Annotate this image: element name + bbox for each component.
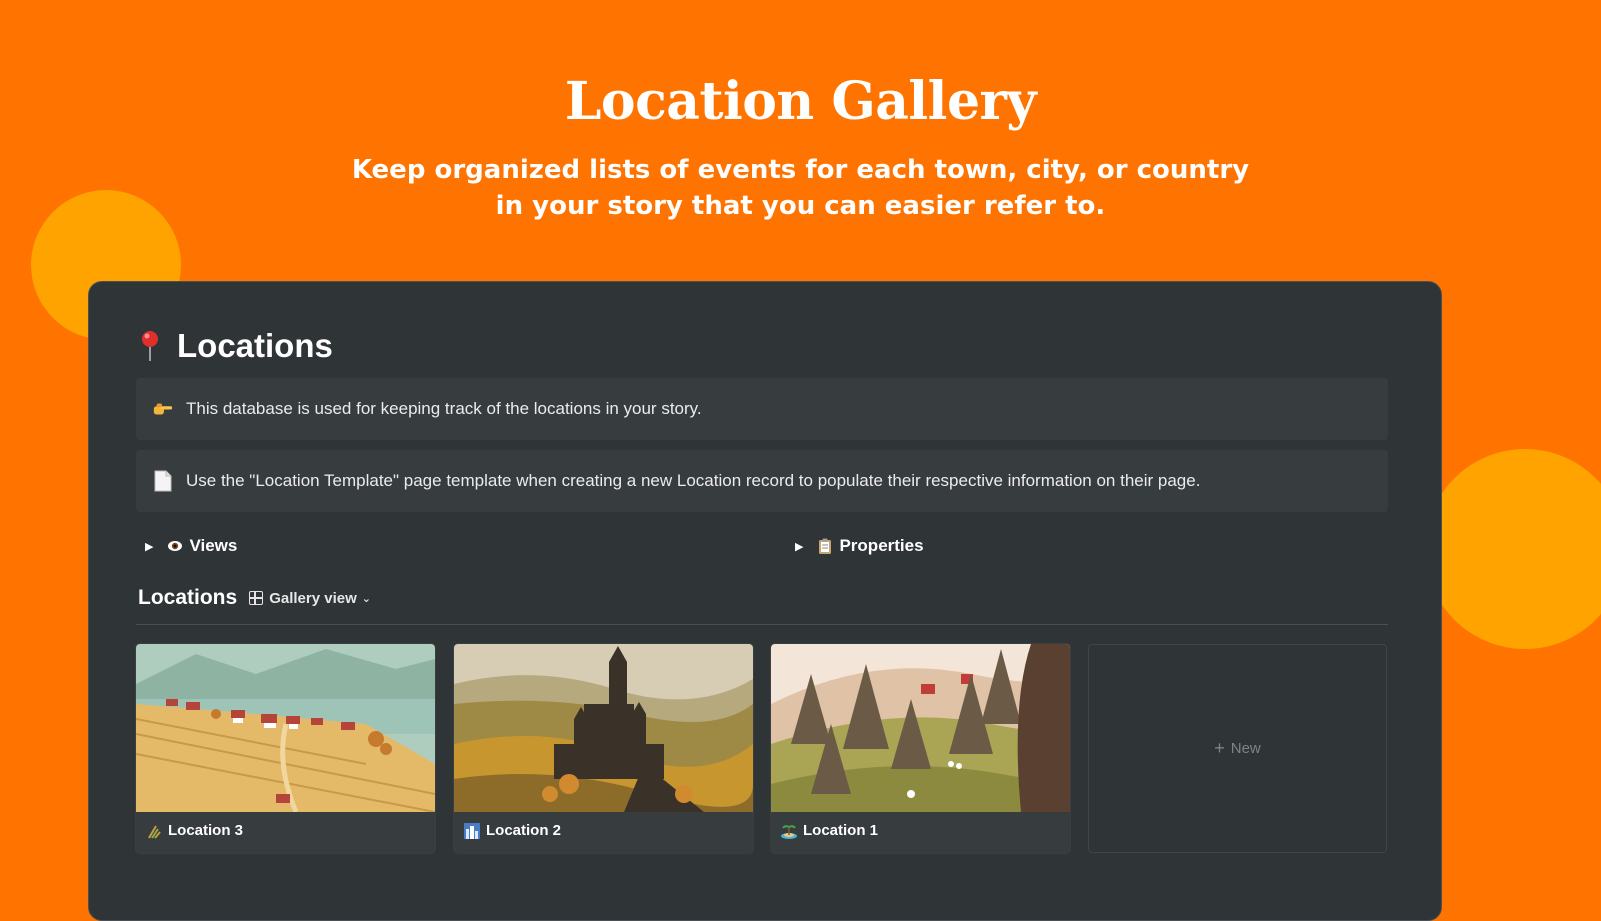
- page-title: Locations: [137, 326, 333, 366]
- database-header: Locations Gallery view ⌄: [138, 586, 371, 610]
- toggle-views[interactable]: ▶ Views: [145, 536, 237, 556]
- hero-subtitle-line-2: in your story that you can easier refer …: [495, 191, 1106, 221]
- card-title-text: Location 2: [486, 822, 562, 839]
- card-title: Location 3: [146, 822, 243, 839]
- plus-icon: +: [1214, 738, 1225, 758]
- card-cover-image: [454, 644, 753, 812]
- view-label: Gallery view: [269, 589, 357, 607]
- divider: [136, 624, 1388, 625]
- toggle-properties[interactable]: ▶ Properties: [795, 536, 924, 556]
- triangle-right-icon[interactable]: ▶: [145, 540, 153, 553]
- card-cover-image: [771, 644, 1070, 812]
- hero-subtitle: Keep organized lists of events for each …: [0, 152, 1601, 224]
- eye-icon: [167, 538, 183, 554]
- wheat-icon: [146, 823, 162, 839]
- database-title[interactable]: Locations: [138, 586, 237, 610]
- card-cover-image: [136, 644, 435, 812]
- callout-text: This database is used for keeping track …: [186, 399, 702, 418]
- gallery-grid-icon: [249, 591, 264, 605]
- toggle-label: Views: [189, 536, 238, 555]
- gallery-card[interactable]: Location 3: [136, 644, 435, 853]
- cityscape-icon: [464, 822, 480, 839]
- chevron-down-icon: ⌄: [361, 592, 371, 605]
- clipboard-icon: [817, 538, 833, 554]
- card-title-text: Location 1: [803, 822, 879, 839]
- triangle-right-icon[interactable]: ▶: [795, 540, 803, 553]
- decorative-circle-right: [1425, 449, 1601, 649]
- new-card-label: New: [1230, 740, 1261, 757]
- pushpin-icon: [137, 329, 163, 363]
- gallery-card[interactable]: Location 2: [454, 644, 753, 853]
- pointing-hand-icon: [152, 397, 174, 421]
- notion-page-window: Locations This database is used for keep…: [88, 281, 1442, 921]
- gallery-view-switcher[interactable]: Gallery view ⌄: [249, 590, 371, 607]
- callout-database-info[interactable]: This database is used for keeping track …: [136, 378, 1388, 440]
- callout-template-info[interactable]: Use the "Location Template" page templat…: [136, 450, 1388, 512]
- gallery-card[interactable]: Location 1: [771, 644, 1070, 853]
- hero-subtitle-line-1: Keep organized lists of events for each …: [351, 155, 1250, 185]
- card-title-text: Location 3: [168, 822, 244, 839]
- card-title: Location 2: [464, 822, 561, 839]
- callout-text: Use the "Location Template" page templat…: [186, 471, 1201, 490]
- page-title-text: Locations: [177, 327, 333, 364]
- card-title: Location 1: [781, 822, 878, 839]
- new-card-button[interactable]: + New: [1088, 644, 1387, 853]
- page-icon: [152, 469, 174, 493]
- toggle-label: Properties: [839, 536, 924, 555]
- island-icon: [781, 823, 797, 839]
- hero-title: Location Gallery: [564, 71, 1037, 132]
